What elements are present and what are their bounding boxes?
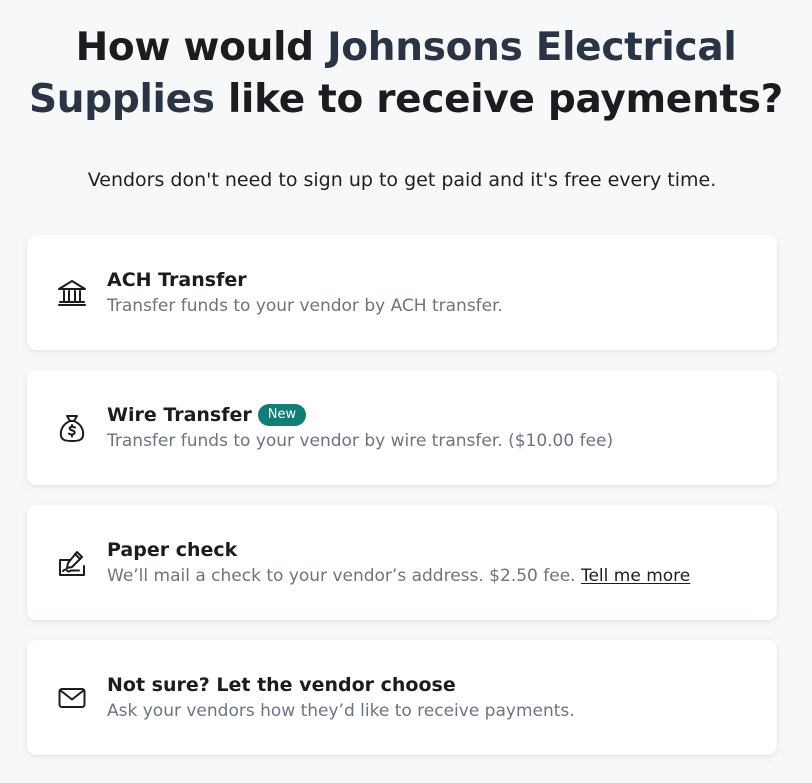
option-paper-check[interactable]: Paper check We’ll mail a check to your v… bbox=[27, 505, 777, 620]
option-description: We’ll mail a check to your vendor’s addr… bbox=[107, 564, 690, 588]
option-wire-transfer[interactable]: Wire Transfer New Transfer funds to your… bbox=[27, 370, 777, 485]
payment-method-page: How would Johnsons Electrical Supplies l… bbox=[0, 0, 812, 783]
option-title-row: Not sure? Let the vendor choose bbox=[107, 672, 456, 698]
bank-icon bbox=[56, 277, 88, 309]
option-ach-transfer[interactable]: ACH Transfer Transfer funds to your vend… bbox=[27, 235, 777, 350]
option-description: Ask your vendors how they’d like to rece… bbox=[107, 701, 575, 721]
money-bag-icon bbox=[56, 412, 88, 444]
title-prefix: How would bbox=[75, 25, 328, 70]
option-description: Transfer funds to your vendor by ACH tra… bbox=[107, 296, 503, 316]
new-badge: New bbox=[257, 404, 307, 426]
option-let-vendor-choose[interactable]: Not sure? Let the vendor choose Ask your… bbox=[27, 640, 777, 755]
check-signing-icon bbox=[56, 547, 88, 579]
title-suffix: like to receive payments? bbox=[214, 77, 783, 122]
option-title-row: Paper check bbox=[107, 537, 237, 563]
option-description: Transfer funds to your vendor by wire tr… bbox=[107, 431, 614, 451]
option-title-row: ACH Transfer bbox=[107, 267, 247, 293]
tell-me-more-link[interactable]: Tell me more bbox=[581, 566, 690, 586]
envelope-icon bbox=[56, 682, 88, 714]
page-title: How would Johnsons Electrical Supplies l… bbox=[20, 22, 792, 126]
option-title: Wire Transfer bbox=[107, 404, 252, 426]
option-title-row: Wire Transfer New bbox=[107, 402, 307, 428]
option-title: Not sure? Let the vendor choose bbox=[107, 674, 456, 696]
option-description-text: We’ll mail a check to your vendor’s addr… bbox=[107, 566, 581, 586]
page-subtitle: Vendors don't need to sign up to get pai… bbox=[87, 169, 717, 191]
option-title: ACH Transfer bbox=[107, 269, 247, 291]
option-title: Paper check bbox=[107, 539, 238, 561]
